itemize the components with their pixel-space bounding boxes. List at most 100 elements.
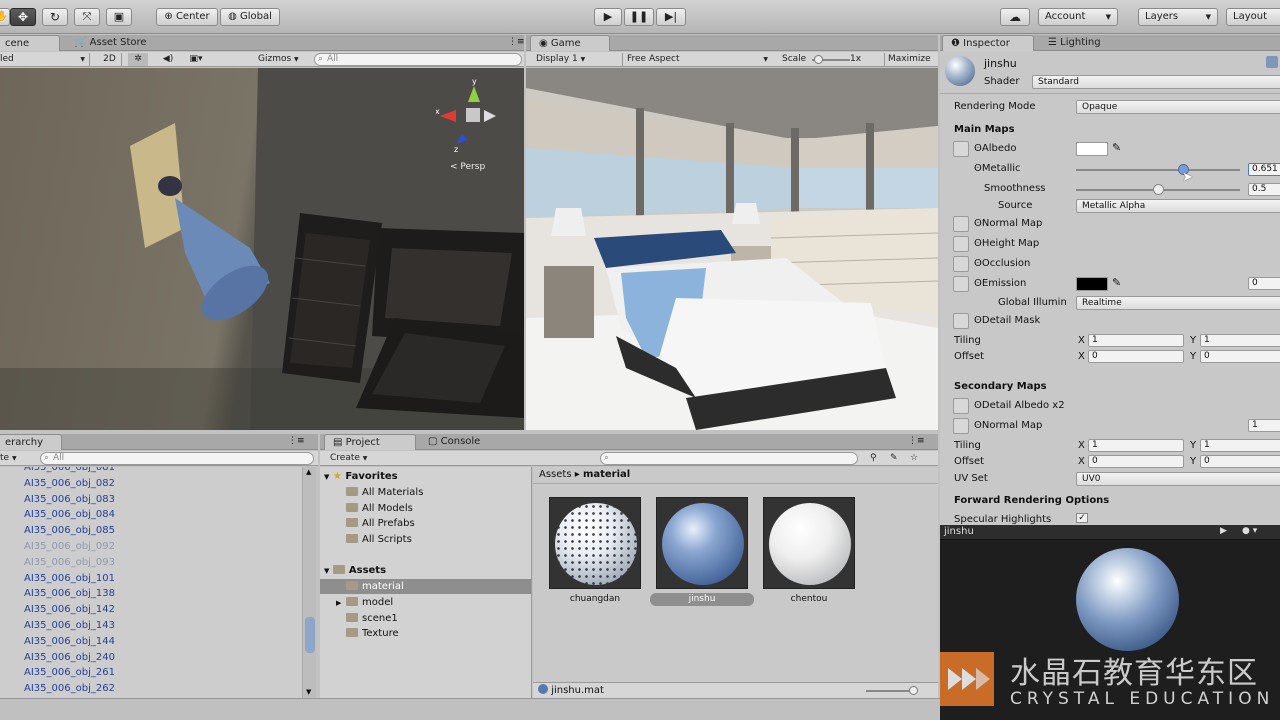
2d-toggle[interactable]: 2D — [98, 53, 122, 66]
display-dropdown[interactable]: Display 1 ▼ — [536, 53, 616, 66]
expand-arrow-icon[interactable]: ▶ — [336, 599, 346, 607]
tiling-y-field[interactable]: 1 — [1200, 334, 1280, 347]
asset-folder-item[interactable]: material — [336, 581, 404, 592]
metallic-value-field[interactable]: 0.651 — [1248, 163, 1280, 176]
material-label[interactable]: jinshu — [650, 593, 754, 606]
specular-checkbox[interactable]: ✓ — [1076, 513, 1088, 523]
asset-folder-item[interactable]: ▶ model — [336, 596, 393, 608]
detail-albedo-slot[interactable] — [953, 398, 969, 414]
sec-normal-map-slot[interactable] — [953, 418, 969, 434]
scroll-down-icon[interactable]: ▼ — [306, 688, 311, 696]
hierarchy-scroll-thumb[interactable] — [305, 617, 315, 653]
material-label[interactable]: chuangdan — [543, 593, 647, 606]
offset-y-field[interactable]: 0 — [1200, 350, 1280, 363]
material-thumbnail[interactable] — [549, 497, 641, 589]
scene-search-input[interactable]: ⌕ All — [314, 53, 522, 66]
hierarchy-item[interactable]: AI35_006_obj_142 — [24, 604, 115, 615]
scale-slider[interactable] — [812, 55, 850, 64]
project-search-input[interactable]: ⌕ — [600, 452, 858, 465]
hierarchy-item[interactable]: AI35_006_obj_093 — [24, 557, 115, 568]
gizmos-dropdown[interactable]: Gizmos ▼ — [258, 53, 308, 66]
favorite-item[interactable]: All Scripts — [346, 534, 412, 545]
scene-gizmo[interactable]: y x z — [435, 77, 506, 158]
scene-menu-icon[interactable]: ⋮≡ — [508, 37, 525, 47]
pause-button[interactable]: ❚❚ — [624, 8, 654, 26]
hierarchy-search-input[interactable]: ⌕ All — [40, 452, 314, 465]
asset-folder-item[interactable]: Texture — [336, 628, 399, 639]
help-icon[interactable] — [1266, 56, 1278, 68]
asset-folder-item[interactable]: scene1 — [336, 612, 398, 624]
sec-tiling-x-field[interactable]: 1 — [1088, 439, 1184, 452]
sec-offset-y-field[interactable]: 0 — [1200, 455, 1280, 468]
albedo-color-swatch[interactable] — [1076, 142, 1108, 156]
hand-tool-button[interactable]: ✋ — [0, 8, 10, 26]
shader-dropdown[interactable]: Standard — [1032, 75, 1280, 89]
eyedropper-icon[interactable]: ✎ — [1112, 141, 1121, 154]
smoothness-value-field[interactable]: 0.5 — [1248, 183, 1280, 196]
material-thumbnail[interactable] — [656, 497, 748, 589]
global-illum-dropdown[interactable]: Realtime — [1076, 296, 1280, 310]
smoothness-slider-thumb[interactable] — [1153, 184, 1164, 195]
emission-slot[interactable] — [953, 276, 969, 292]
thumbnail-size-thumb[interactable] — [909, 686, 918, 695]
material-label[interactable]: chentou — [757, 593, 861, 606]
thumbnail-size-slider[interactable] — [866, 686, 918, 695]
albedo-texture-slot[interactable] — [953, 141, 969, 157]
effects-toggle-icon[interactable]: ▣▾ — [184, 53, 208, 66]
rendering-mode-dropdown[interactable]: Opaque — [1076, 100, 1280, 114]
hierarchy-item[interactable]: AI35_006_obj_138 — [24, 588, 115, 599]
hierarchy-item[interactable]: AI35_006_obj_261 — [24, 667, 115, 678]
eyedropper-icon[interactable]: ✎ — [1112, 276, 1121, 289]
scale-tool-button[interactable]: ⤧ — [74, 8, 100, 26]
occlusion-slot[interactable] — [953, 256, 969, 272]
favorites-header[interactable]: ▼ ★ Favorites — [324, 471, 398, 482]
audio-toggle-icon[interactable]: ◀) — [158, 53, 178, 66]
height-map-slot[interactable] — [953, 236, 969, 252]
metallic-slider[interactable] — [1076, 169, 1240, 171]
tab-project[interactable]: ▤ Project — [324, 434, 416, 450]
cloud-button[interactable]: ☁ — [1000, 8, 1030, 26]
hierarchy-item[interactable]: AI35_006_obj_085 — [24, 525, 115, 536]
preview-play-icon[interactable]: ▶ — [1220, 526, 1227, 536]
lighting-toggle-icon[interactable]: ✲ — [128, 53, 148, 66]
source-dropdown[interactable]: Metallic Alpha — [1076, 199, 1280, 213]
scale-slider-thumb[interactable] — [814, 55, 823, 64]
project-menu-icon[interactable]: ⋮≡ — [908, 436, 925, 446]
pivot-global-button[interactable]: ◍ Global — [220, 8, 280, 26]
project-create-dropdown[interactable]: Create ▼ — [330, 452, 378, 465]
move-tool-button[interactable]: ✥ — [10, 8, 36, 26]
detail-mask-slot[interactable] — [953, 313, 969, 329]
scroll-up-icon[interactable]: ▲ — [306, 468, 311, 476]
hierarchy-item[interactable]: AI35_006_obj_101 — [24, 573, 115, 584]
sec-offset-x-field[interactable]: 0 — [1088, 455, 1184, 468]
shading-mode-dropdown[interactable]: led ▼ — [0, 53, 90, 66]
emission-value-field[interactable]: 0 — [1248, 277, 1280, 290]
hierarchy-item[interactable]: AI35_006_obj_262 — [24, 683, 115, 694]
emission-color-swatch[interactable] — [1076, 277, 1108, 291]
play-button[interactable]: ▶ — [594, 8, 622, 26]
preview-sphere-icon[interactable]: ● ▾ — [1242, 526, 1257, 536]
tab-hierarchy[interactable]: erarchy — [0, 434, 62, 450]
rotate-tool-button[interactable]: ↻ — [42, 8, 68, 26]
tab-game[interactable]: ◉ Game — [530, 35, 610, 51]
tiling-x-field[interactable]: 1 — [1088, 334, 1184, 347]
hierarchy-item[interactable]: AI35_006_obj_144 — [24, 636, 115, 647]
hierarchy-item[interactable]: AI35_006_obj_084 — [24, 509, 115, 520]
game-viewport[interactable] — [526, 68, 938, 430]
aspect-dropdown[interactable]: Free Aspect ▼ — [622, 53, 772, 66]
filter-label-icon[interactable]: ✎ — [890, 452, 898, 465]
layers-dropdown[interactable]: Layers ▼ — [1138, 8, 1218, 26]
hierarchy-item[interactable]: AI35_006_obj_082 — [24, 478, 115, 489]
filter-type-icon[interactable]: ⚲ — [870, 452, 877, 465]
favorite-item[interactable]: All Prefabs — [346, 518, 415, 529]
maximize-toggle[interactable]: Maximize — [884, 53, 931, 66]
material-thumbnail[interactable] — [763, 497, 855, 589]
account-dropdown[interactable]: Account ▼ — [1038, 8, 1118, 26]
sec-tiling-y-field[interactable]: 1 — [1200, 439, 1280, 452]
hierarchy-create-dropdown[interactable]: te ▼ — [0, 452, 40, 465]
hierarchy-item[interactable]: AI35_006_obj_092 — [24, 541, 115, 552]
favorite-item[interactable]: All Models — [346, 502, 413, 514]
sec-normal-value-field[interactable]: 1 — [1248, 419, 1280, 432]
favorite-star-icon[interactable]: ☆ — [910, 452, 918, 465]
hierarchy-item[interactable]: AI35_006_obj_081 — [24, 467, 115, 473]
